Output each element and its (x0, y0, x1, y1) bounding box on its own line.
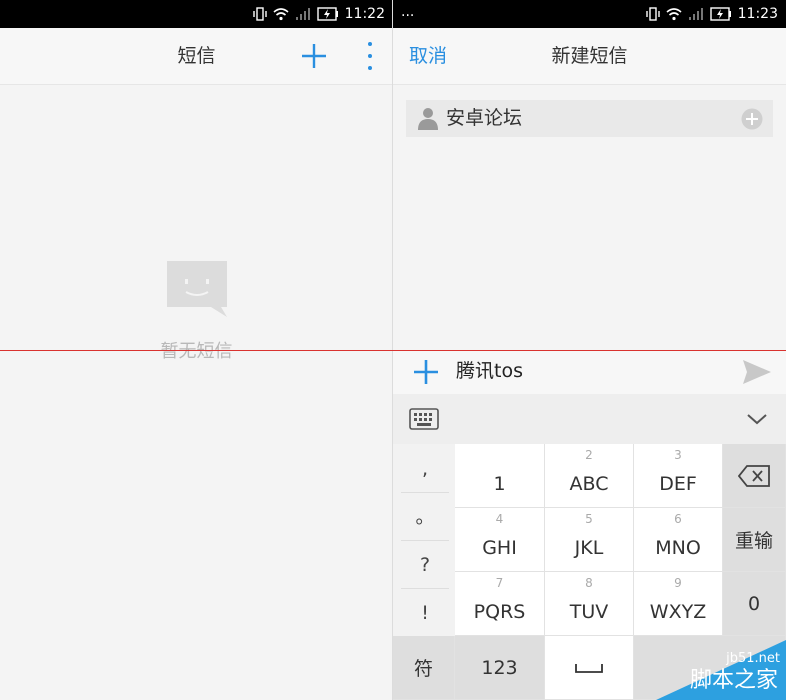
keyboard-icon[interactable] (409, 408, 439, 430)
punctuation-column: , 。 ? ! (393, 444, 455, 636)
punct-key-comma[interactable]: , (401, 446, 449, 493)
key-main-label: DEF (659, 473, 697, 495)
watermark-text: 脚本之家 (689, 668, 778, 693)
add-recipient-icon[interactable] (741, 108, 763, 130)
backspace-key-face (723, 444, 785, 507)
attach-plus-icon[interactable] (413, 359, 439, 385)
key-1[interactable]: 1 (455, 444, 545, 508)
recipient-name: 安卓论坛 (446, 107, 523, 129)
sms-list-header: 短信 (0, 28, 393, 85)
space-bar-icon (575, 663, 603, 673)
punct-key-exclaim[interactable]: ! (401, 590, 449, 636)
key-main-label: WXYZ (649, 601, 707, 623)
key-2[interactable]: 2 ABC (545, 444, 634, 508)
new-message-button[interactable] (300, 42, 328, 70)
status-bar: ... 11:23 (393, 0, 786, 28)
key-7[interactable]: 7 PQRS (455, 572, 545, 636)
key-main-label: PQRS (473, 601, 526, 623)
key-sub-label: 7 (495, 576, 504, 590)
page-title: 短信 (177, 45, 216, 67)
keyboard-toolbar (393, 394, 786, 444)
person-icon (418, 108, 438, 130)
battery-charging-icon (709, 7, 731, 21)
wifi-icon (273, 8, 289, 21)
status-icons: 11:22 (252, 0, 385, 28)
symbol-key-label: 符 (413, 658, 433, 680)
backspace-button[interactable] (723, 444, 786, 508)
more-menu-button[interactable] (360, 42, 380, 70)
key-sub-label: 6 (674, 512, 682, 526)
page-title: 新建短信 (551, 45, 628, 67)
punct-key-question[interactable]: ? (401, 542, 449, 589)
key-3[interactable]: 3 DEF (634, 444, 723, 508)
signal-icon (688, 8, 703, 20)
numeric-mode-key[interactable]: 123 (455, 636, 545, 700)
space-key-face (545, 636, 633, 699)
key-sub-label: 9 (674, 576, 682, 590)
key-6[interactable]: 6 MNO (634, 508, 723, 572)
key-main-label: TUV (569, 601, 609, 623)
key-main-label: JKL (574, 537, 604, 559)
more-dot (368, 42, 372, 46)
key-main-label: ABC (569, 473, 609, 495)
reenter-button[interactable]: 重输 (723, 508, 786, 572)
key-4[interactable]: 4 GHI (455, 508, 545, 572)
reenter-label: 重输 (734, 530, 773, 552)
key-sub-label: 5 (585, 512, 593, 526)
battery-charging-icon (316, 7, 338, 21)
vibrate-icon (645, 7, 660, 21)
space-key[interactable] (545, 636, 634, 700)
status-notification-dots: ... (401, 4, 415, 20)
status-time: 11:23 (737, 6, 778, 22)
symbol-key[interactable]: 符 (393, 636, 455, 700)
key-0[interactable]: 0 (723, 572, 786, 636)
key-sub-label: 8 (585, 576, 593, 590)
recipient-chip[interactable]: 安卓论坛 (406, 100, 773, 137)
compose-bar: 腾讯tos (393, 350, 786, 395)
cancel-button[interactable]: 取消 (409, 28, 447, 84)
status-time: 11:22 (344, 6, 385, 22)
punct-key-period[interactable]: 。 (401, 494, 449, 541)
more-dot (368, 66, 372, 70)
wifi-icon (666, 8, 682, 21)
message-input[interactable]: 腾讯tos (456, 351, 523, 395)
send-icon[interactable] (742, 359, 772, 385)
key-main-label: MNO (655, 537, 701, 559)
new-sms-header: 新建短信 取消 (393, 28, 786, 85)
key-8[interactable]: 8 TUV (545, 572, 634, 636)
key-main-label: 1 (493, 473, 506, 495)
key-main-label: GHI (482, 537, 517, 559)
red-marker-line (0, 350, 786, 351)
chevron-down-icon[interactable] (746, 409, 768, 429)
status-bar: 11:22 (0, 0, 393, 28)
key-9[interactable]: 9 WXYZ (634, 572, 723, 636)
key-5[interactable]: 5 JKL (545, 508, 634, 572)
signal-icon (295, 8, 310, 20)
key-main-label: 0 (747, 592, 761, 615)
key-sub-label: 3 (674, 448, 682, 462)
empty-message-icon (167, 261, 227, 317)
more-dot (368, 54, 372, 58)
t9-keyboard: , 。 ? ! 1 2 ABC 3 DEF 4 GHI 5 JKL 6 MNO … (393, 444, 786, 700)
vibrate-icon (252, 7, 267, 21)
key-sub-label: 4 (495, 512, 504, 526)
backspace-icon (738, 464, 770, 487)
status-icons: 11:23 (645, 0, 778, 28)
numeric-mode-label: 123 (481, 656, 518, 679)
key-sub-label: 2 (585, 448, 593, 462)
